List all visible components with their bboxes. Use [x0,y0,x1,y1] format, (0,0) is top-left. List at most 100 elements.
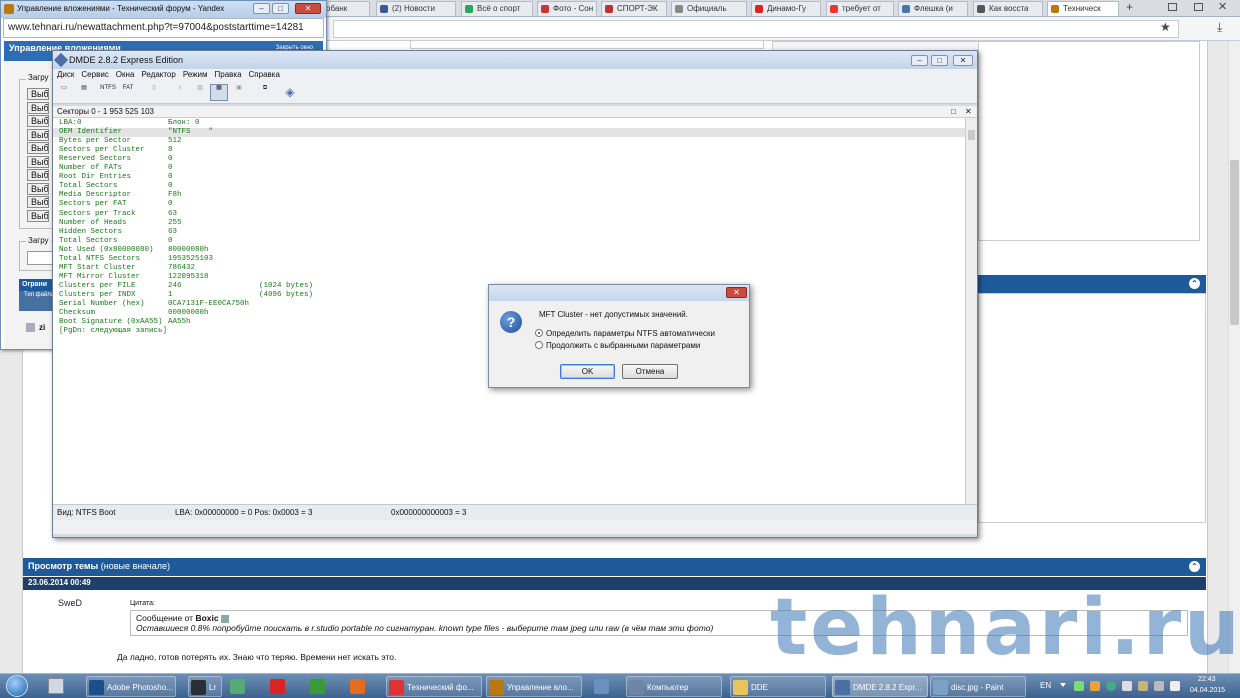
taskbar-item[interactable]: DMDE 2.8.2 Expr... [832,676,928,697]
choose-file-button[interactable]: Выб [27,115,49,127]
clock-date[interactable]: 04.04.2015 [1190,687,1225,694]
browser-tab[interactable]: Динамо-Гу [751,1,821,16]
browser-tab[interactable]: Официаль [671,1,747,16]
tray-app-icon[interactable] [1138,681,1148,691]
url-field[interactable] [333,20,1179,38]
popup-minimize-button[interactable]: – [253,3,270,14]
bookmark-star-icon[interactable]: ★ [1160,20,1171,34]
collapse-icon[interactable]: ⌃ [1189,278,1200,289]
menu-item[interactable]: Правка [215,70,242,79]
downloads-icon[interactable]: ⤓ [1217,20,1222,35]
taskbar-item[interactable]: Технический фо... [386,676,482,697]
taskbar-item[interactable] [308,676,342,697]
network-icon[interactable] [1154,681,1164,691]
start-button[interactable] [6,675,28,697]
boot-record-row[interactable]: Total Sectors 0 [53,237,953,246]
taskbar-item[interactable] [228,676,262,697]
popup-close-button[interactable]: ✕ [295,3,321,14]
volume-icon[interactable] [1170,681,1180,691]
boot-record-row[interactable]: Bytes per Sector 512 [53,137,953,146]
dmde-minimize-button[interactable]: – [911,55,928,66]
boot-record-row[interactable]: Sectors per Cluster 8 [53,146,953,155]
panel-close-icon[interactable]: ✕ [965,106,972,117]
partition-list-icon[interactable]: ▤ [75,84,93,101]
view-post-icon[interactable] [220,614,229,623]
boot-record-row[interactable]: MFT Start Cluster 786432 [53,264,953,273]
menu-item[interactable]: Режим [183,70,208,79]
browser-tab[interactable]: Техническ [1047,1,1119,16]
menu-item[interactable]: Диск [57,70,74,79]
tray-app-icon[interactable] [1090,681,1100,691]
new-tab-button[interactable]: + [1126,0,1133,14]
choose-file-button[interactable]: Выб [27,128,49,141]
boot-record-row[interactable]: Root Dir Entries 0 [53,173,953,182]
hex-view-icon[interactable]: ▦ [210,84,228,101]
taskbar-item[interactable] [592,676,620,697]
browser-tab[interactable]: Как восста [973,1,1043,16]
language-indicator[interactable]: EN [1040,681,1051,690]
view-scrollbar[interactable] [965,118,977,504]
boot-record-row[interactable]: Total NTFS Sectors 1953525103 [53,255,953,264]
taskbar-item[interactable]: Lr [188,676,222,697]
menu-item[interactable]: Редактор [141,70,175,79]
fat-tool-icon[interactable]: FAT [119,84,137,101]
boot-record-row[interactable]: Sectors per Track 63 [53,210,953,219]
browser-tab[interactable]: Всё о спорт [461,1,533,16]
page-scroll-thumb[interactable] [1230,160,1239,325]
radio-auto-detect[interactable]: Определить параметры NTFS автоматически [535,329,715,339]
popup-url-field[interactable]: www.tehnari.ru/newattachment.php?t=97004… [3,18,324,38]
dmde-about-icon[interactable]: ◈ [281,84,299,101]
boot-record-row[interactable]: Number of FATs 0 [53,164,953,173]
popup-maximize-button[interactable]: □ [272,3,289,14]
ntfs-tool-icon[interactable]: NTFS [99,84,117,101]
taskbar-item[interactable] [348,676,382,697]
tray-expand-icon[interactable] [1060,683,1066,687]
window-maximize-button[interactable] [1194,3,1203,11]
choose-file-button[interactable]: Выб [27,101,49,114]
upload-url-input[interactable] [27,251,53,265]
boot-record-row[interactable]: Hidden Sectors 63 [53,228,953,237]
window-minimize-button[interactable] [1168,3,1177,11]
browser-tab[interactable]: Флешка (и [898,1,968,16]
dmde-close-button[interactable]: ✕ [953,55,973,66]
choose-file-button[interactable]: Выб [27,88,49,100]
dmde-maximize-button[interactable]: □ [931,55,948,66]
boot-record-row[interactable]: Sectors per FAT 0 [53,200,953,209]
panel-restore-icon[interactable]: □ [951,106,956,117]
boot-record-row[interactable]: Total Sectors 0 [53,182,953,191]
taskbar-item[interactable]: Управление вло... [486,676,582,697]
boot-record-row[interactable]: OEM Identifier "NTFS " [53,128,953,137]
clock-time[interactable]: 22:43 [1198,676,1216,683]
window-close-button[interactable]: ✕ [1218,0,1227,13]
copy-sectors-icon[interactable]: ⧉ [256,84,274,101]
panel-icon[interactable]: ▥ [191,84,209,101]
document-icon[interactable]: ▯ [145,84,163,101]
view-scroll-thumb[interactable] [968,130,975,140]
taskbar-item[interactable]: disc.jpg - Paint [930,676,1026,697]
choose-file-button[interactable]: Выб [27,169,49,181]
browser-tab[interactable]: СПОРТ-ЭК [601,1,667,16]
choose-file-button[interactable]: Выб [27,209,49,222]
ok-button[interactable]: OK [560,364,615,379]
choose-file-button[interactable]: Выб [27,182,49,195]
dialog-close-button[interactable]: ✕ [726,287,747,298]
edit-mode-icon[interactable]: ▣ [230,84,248,101]
choose-file-button[interactable]: Выб [27,155,49,168]
boot-record-row[interactable]: Not Used (0x80000080) 80000080h [53,246,953,255]
show-desktop-icon[interactable] [48,678,64,694]
boot-record-row[interactable]: Reserved Sectors 0 [53,155,953,164]
browser-tab[interactable]: Фото - Сон [537,1,597,16]
page-scrollbar[interactable] [1228,41,1240,673]
boot-record-row[interactable]: Number of Heads 255 [53,219,953,228]
boot-record-row[interactable]: Media Descriptor F8h [53,191,953,200]
boot-record-row[interactable]: MFT Mirror Cluster 122095318 [53,273,953,282]
browser-tab[interactable]: (2) Новости [376,1,456,16]
tray-app-icon[interactable] [1074,681,1084,691]
choose-file-button[interactable]: Выб [27,142,49,154]
menu-item[interactable]: Сервис [81,70,108,79]
post-username[interactable]: SweD [58,598,82,608]
choose-file-button[interactable]: Выб [27,196,49,208]
menu-item[interactable]: Справка [249,70,280,79]
boot-record-row[interactable]: LBA:0 Блок: 0 [53,119,953,128]
search-tool-icon[interactable]: ⌕ [171,84,189,101]
